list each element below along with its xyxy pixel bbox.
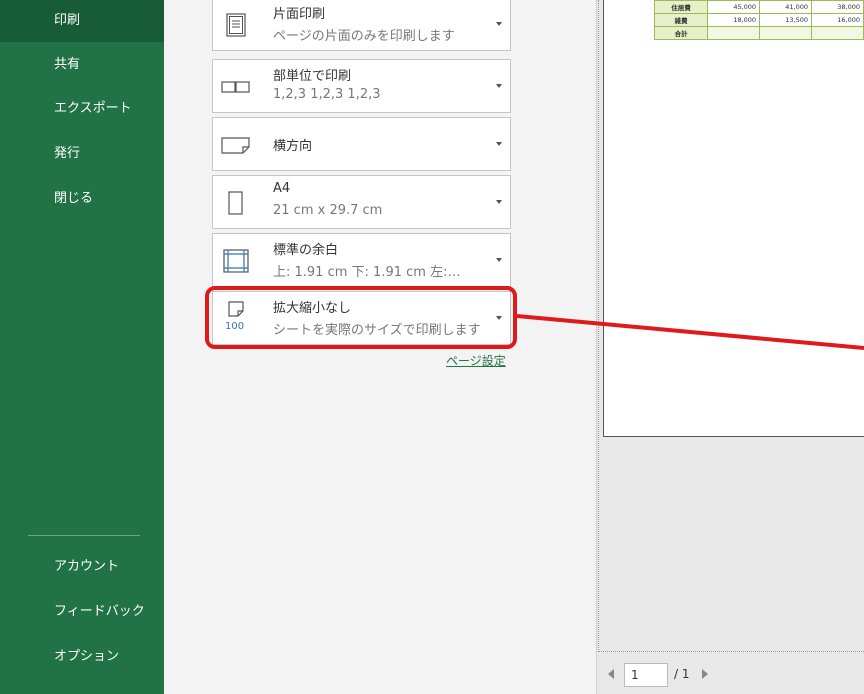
chevron-down-icon [496,200,502,204]
backstage-sidebar: 印刷 共有 エクスポート 発行 閉じる アカウント フィードバック オプション [0,0,164,694]
table-cell: 41,000 [759,0,813,14]
next-page-icon[interactable] [702,669,708,679]
chevron-down-icon [496,258,502,262]
paper-size-title: A4 [273,181,291,196]
orientation-title: 横方向 [273,139,313,154]
table-row-label: 雑費 [653,13,709,27]
chevron-down-icon [496,22,502,26]
table-cell: 13,500 [759,13,813,27]
sidebar-item-label: オプション [54,649,120,664]
sidebar-item-share[interactable]: 共有 [0,44,164,86]
page-setup-link[interactable]: ページ設定 [446,352,506,369]
table-cell: 16,000 [811,13,864,27]
table-row: 住居費 45,000 41,000 38,000 [653,0,864,14]
margins-dropdown[interactable]: 標準の余白 上: 1.91 cm 下: 1.91 cm 左:… [212,233,511,287]
table-cell: 45,000 [707,0,761,14]
margins-subtitle: 上: 1.91 cm 下: 1.91 cm 左:… [273,265,461,280]
table-row: 雑費 18,000 13,500 16,000 [653,13,864,27]
scaling-highlight-box [205,286,517,349]
page-total: / 1 [674,667,690,681]
sidebar-item-label: アカウント [54,559,120,574]
table-cell [707,26,761,40]
table-row-label: 合計 [653,26,709,40]
sidebar-item-account[interactable]: アカウント [0,546,164,588]
previous-page-icon[interactable] [608,669,614,679]
sidebar-item-label: エクスポート [54,101,132,116]
paper-size-subtitle: 21 cm x 29.7 cm [273,203,383,218]
table-row: 合計 [653,26,864,40]
table-cell: 38,000 [811,0,864,14]
sidebar-item-label: 発行 [54,146,81,161]
paper-size-icon [221,188,251,218]
collate-subtitle: 1,2,3 1,2,3 1,2,3 [273,87,381,102]
sides-dropdown[interactable]: 片面印刷 ページの片面のみを印刷します [212,0,511,51]
table-cell [811,26,864,40]
chevron-down-icon [496,84,502,88]
sidebar-divider [28,535,140,536]
margins-title: 標準の余白 [273,243,339,258]
sidebar-item-export[interactable]: エクスポート [0,88,164,130]
landscape-icon [221,130,251,160]
paper-size-dropdown[interactable]: A4 21 cm x 29.7 cm [212,175,511,229]
sidebar-item-label: 印刷 [54,13,81,28]
collate-dropdown[interactable]: 部単位で印刷 1,2,3 1,2,3 1,2,3 [212,59,511,113]
single-sided-icon [221,10,251,40]
sides-subtitle: ページの片面のみを印刷します [273,29,455,44]
table-row-label: 住居費 [653,0,709,14]
sidebar-item-publish[interactable]: 発行 [0,133,164,175]
sidebar-item-print[interactable]: 印刷 [0,0,164,42]
orientation-dropdown[interactable]: 横方向 [212,117,511,171]
table-cell [759,26,813,40]
sidebar-item-label: 共有 [54,57,81,72]
sidebar-item-close[interactable]: 閉じる [0,178,164,220]
page-number-input[interactable]: 1 [624,663,668,687]
margins-icon [221,246,251,276]
collate-title: 部単位で印刷 [273,69,352,84]
sides-title: 片面印刷 [273,7,326,22]
preview-pager: 1 / 1 [600,660,800,688]
table-cell: 18,000 [707,13,761,27]
sidebar-item-options[interactable]: オプション [0,636,164,678]
sidebar-item-feedback[interactable]: フィードバック [0,591,164,633]
sidebar-item-label: フィードバック [54,604,145,619]
chevron-down-icon [496,142,502,146]
preview-sheet: 住居費 45,000 41,000 38,000 雑費 18,000 13,50… [603,0,864,437]
sidebar-item-label: 閉じる [54,191,94,206]
preview-table: 住居費 45,000 41,000 38,000 雑費 18,000 13,50… [653,0,864,40]
collate-icon [221,72,251,102]
